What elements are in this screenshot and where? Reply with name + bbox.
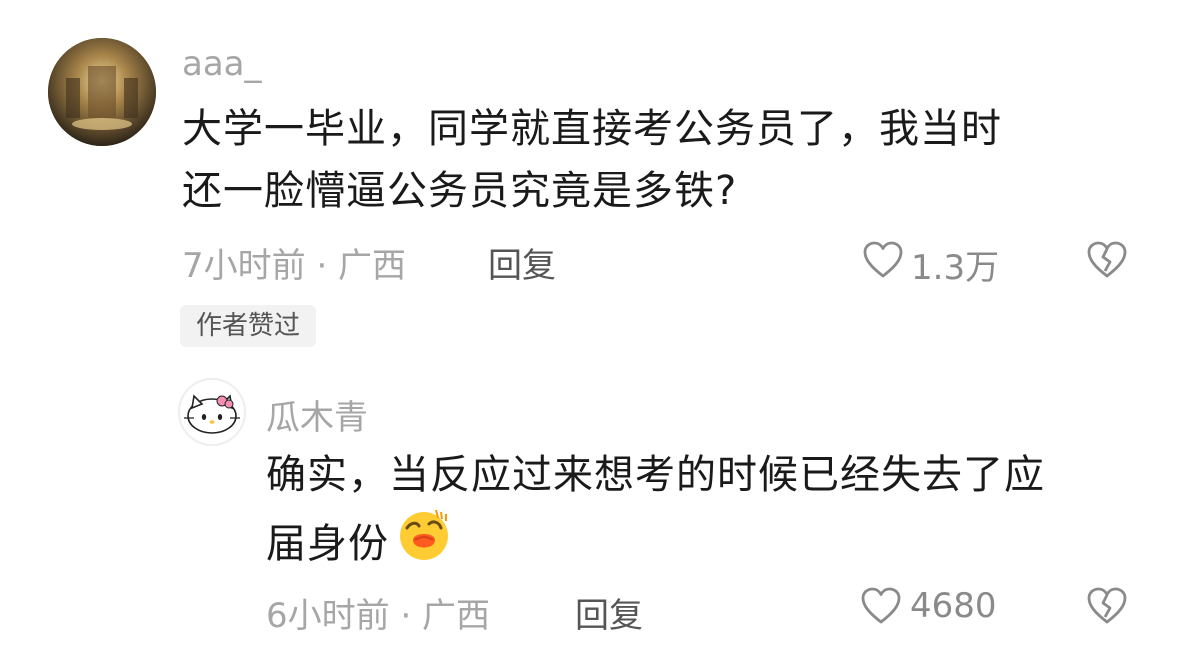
heart-icon[interactable] [862,240,904,280]
comment-reply-button[interactable]: 回复 [488,238,556,287]
comment-meta: 7小时前 · 广西 [182,246,407,286]
face-emoji-icon [395,506,453,582]
broken-heart-icon[interactable] [1086,586,1128,626]
hello-kitty-avatar [184,394,240,434]
reply-like-count: 4680 [910,586,997,626]
reply-line-2: 届身份 [266,521,389,567]
heart-icon[interactable] [860,586,902,626]
comment-line-2: 还一脸懵逼公务员究竟是多铁? [182,168,738,214]
reply-line-2-row: 届身份 [266,506,1045,582]
replier-avatar[interactable] [178,378,246,446]
reply-reply-button[interactable]: 回复 [575,588,643,637]
commenter-username[interactable]: aaa_ [182,44,262,84]
comment-line-1: 大学一毕业，同学就直接考公务员了，我当时 [182,106,1002,152]
replier-username[interactable]: 瓜木青 [266,390,368,439]
reply-line-1: 确实，当反应过来想考的时候已经失去了应 [266,452,1045,498]
reply-text: 确实，当反应过来想考的时候已经失去了应 届身份 [266,444,1045,582]
commenter-avatar[interactable] [48,38,156,146]
avatar-image [48,38,156,146]
comment-like-count: 1.3万 [911,248,1000,288]
comment-text: 大学一毕业，同学就直接考公务员了，我当时 还一脸懵逼公务员究竟是多铁? [182,98,1002,222]
broken-heart-icon[interactable] [1086,240,1128,280]
author-liked-badge: 作者赞过 [180,305,317,347]
reply-meta: 6小时前 · 广西 [266,596,491,636]
